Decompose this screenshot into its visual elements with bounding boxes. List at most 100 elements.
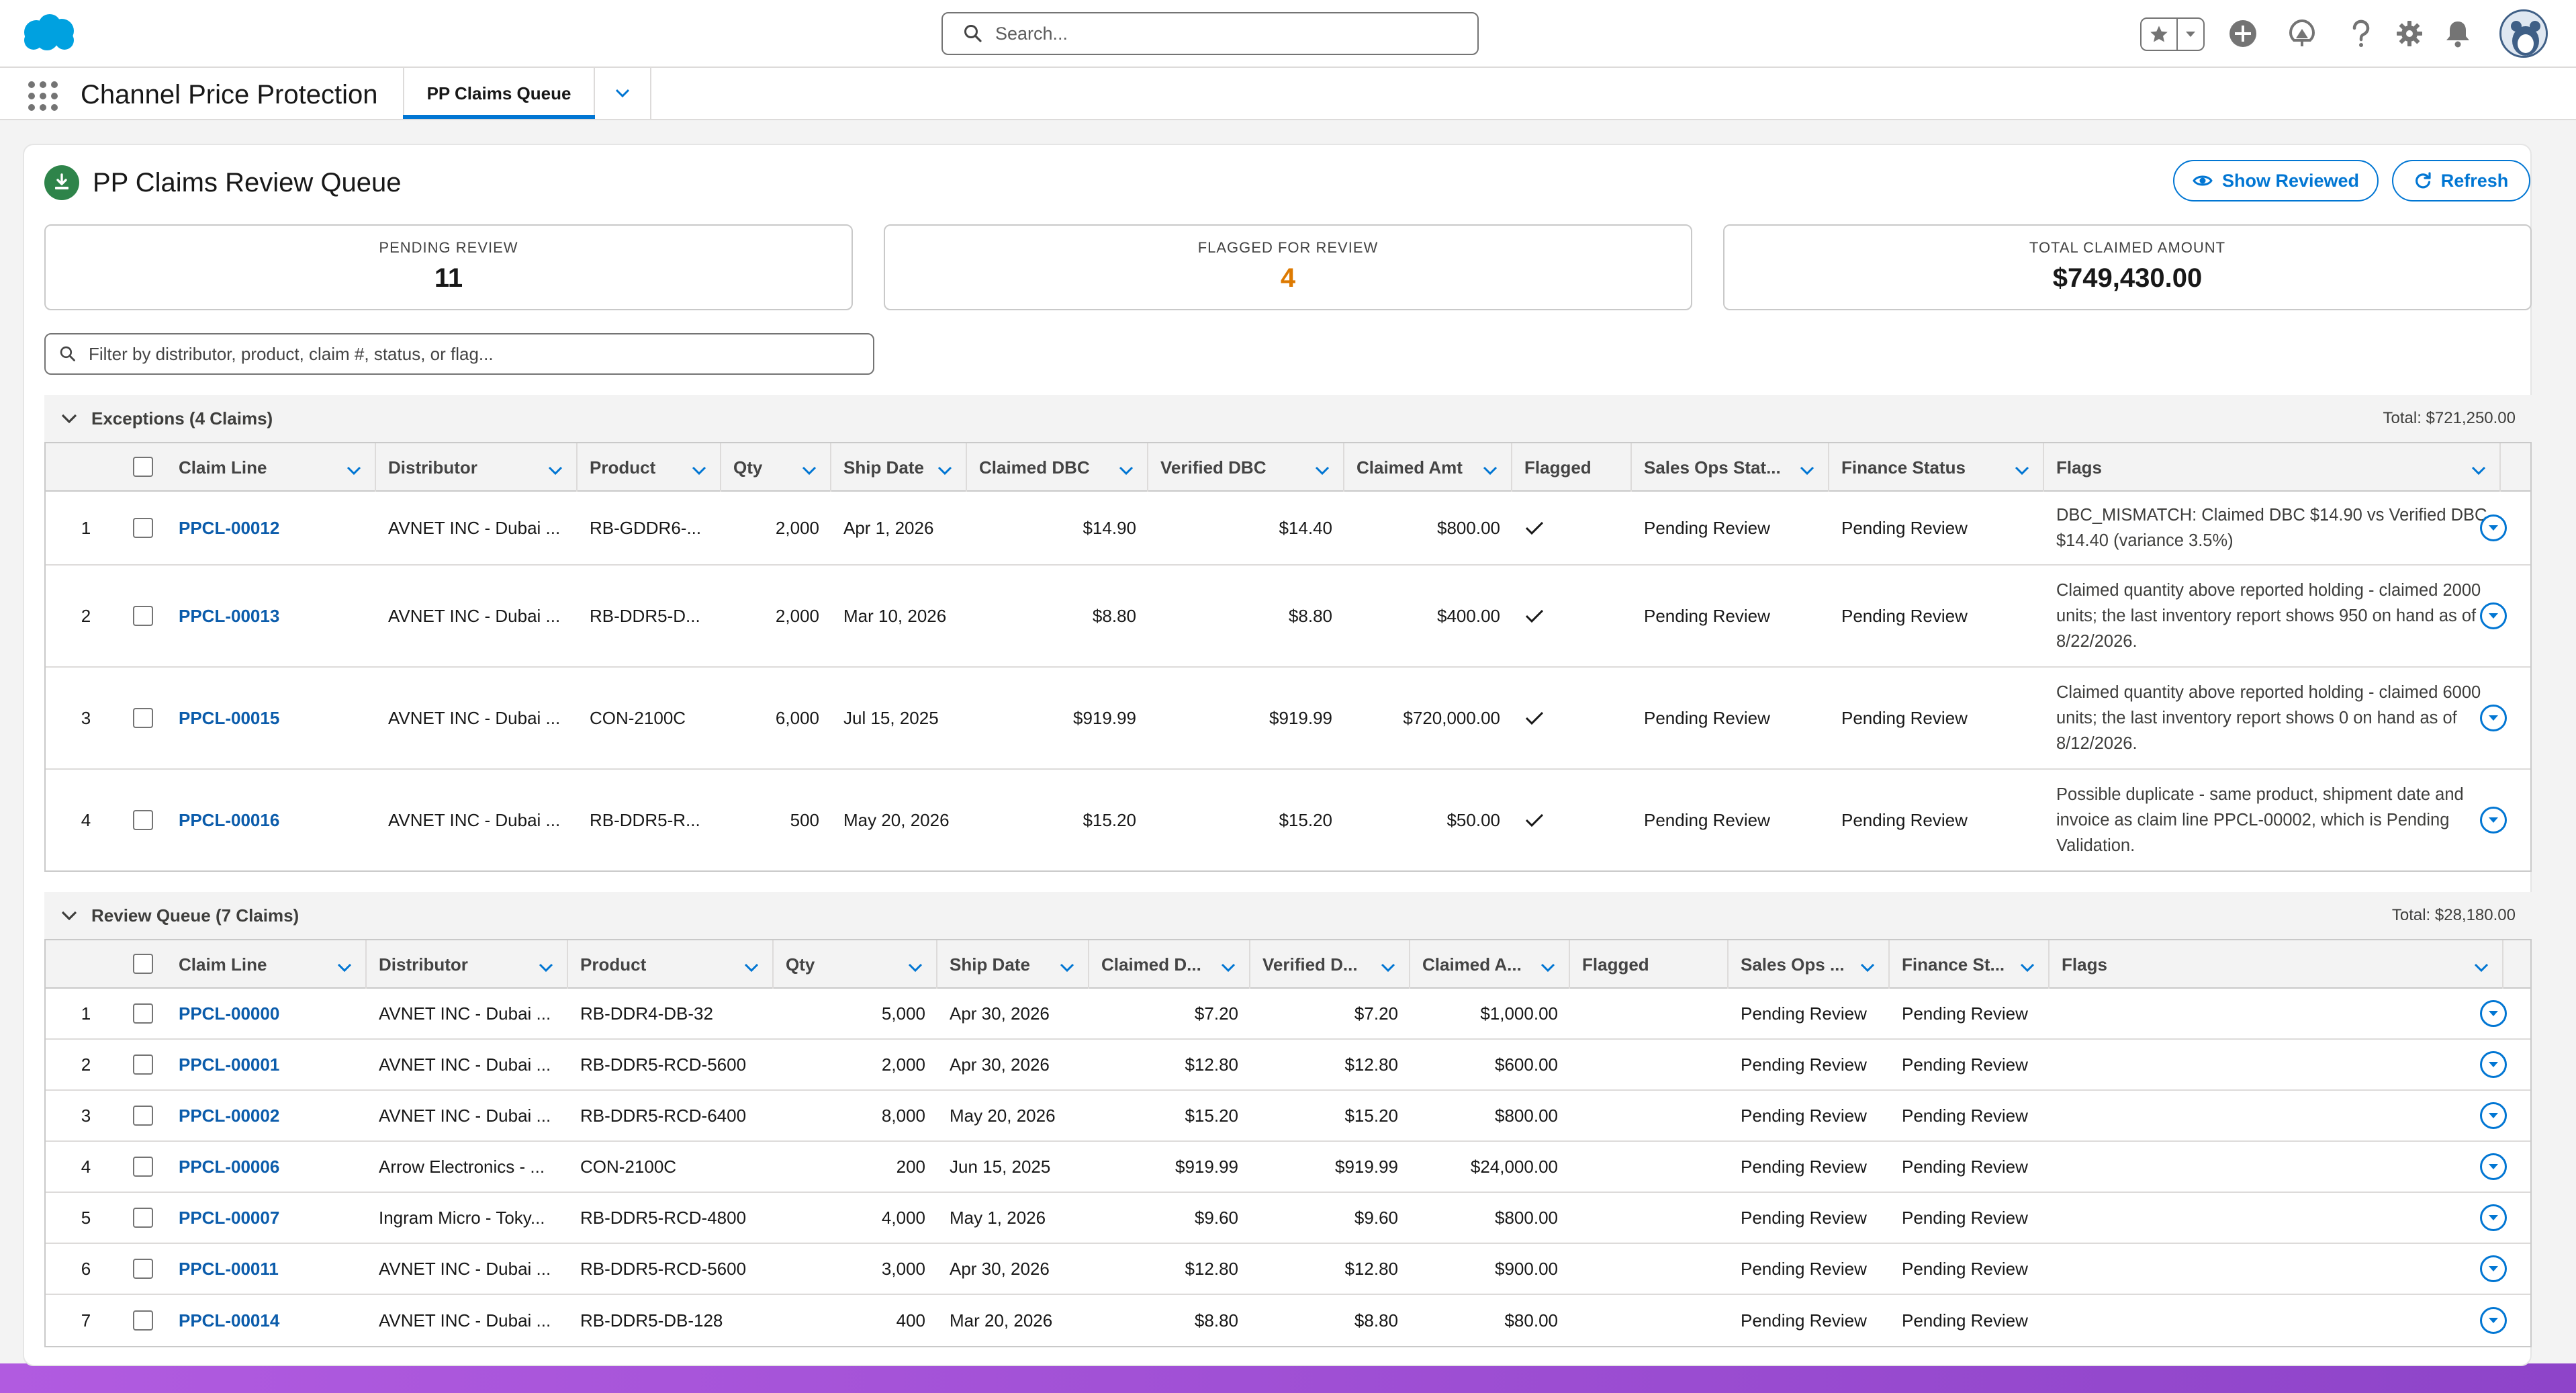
column-header-claimed-amt[interactable]: Claimed Amt	[1344, 443, 1512, 492]
column-header-distributor[interactable]: Distributor	[376, 443, 578, 492]
table-row[interactable]: 1 PPCL-00000 AVNET INC - Dubai ... RB-DDR4-…	[46, 989, 2530, 1040]
column-header-verified-dbc[interactable]: Verified D...	[1250, 940, 1410, 989]
cell-claim-line[interactable]: PPCL-00014	[167, 1295, 367, 1346]
column-header-qty[interactable]: Qty	[721, 443, 831, 492]
column-header-flags[interactable]: Flags	[2044, 443, 2501, 492]
column-menu-button[interactable]	[2474, 956, 2489, 977]
row-actions-button[interactable]	[2480, 807, 2507, 834]
row-select-checkbox[interactable]	[133, 1157, 153, 1177]
column-header-flagged[interactable]: Flagged	[1512, 443, 1632, 492]
column-header-ship-date[interactable]: Ship Date	[831, 443, 967, 492]
row-actions-button[interactable]	[2480, 514, 2507, 541]
tab-pp-claims-queue[interactable]: PP Claims Queue	[403, 68, 595, 119]
favorites-star-button[interactable]	[2142, 19, 2178, 50]
row-select-checkbox[interactable]	[133, 1259, 153, 1279]
table-row[interactable]: 1 PPCL-00012 AVNET INC - Dubai ... RB-GDDR6…	[46, 492, 2530, 566]
column-header-distributor[interactable]: Distributor	[367, 940, 568, 989]
table-row[interactable]: 5 PPCL-00007 Ingram Micro - Toky... RB-DDR5…	[46, 1193, 2530, 1244]
row-actions-button[interactable]	[2480, 1000, 2507, 1027]
exceptions-section-header[interactable]: Exceptions (4 Claims) Total: $721,250.00	[44, 395, 2532, 442]
cell-claim-line[interactable]: PPCL-00002	[167, 1091, 367, 1140]
row-actions-button[interactable]	[2480, 1255, 2507, 1282]
row-select-checkbox[interactable]	[133, 708, 153, 728]
column-header-finance-status[interactable]: Finance St...	[1890, 940, 2050, 989]
column-header-finance-status[interactable]: Finance Status	[1829, 443, 2044, 492]
column-menu-button[interactable]	[1315, 459, 1330, 480]
column-header-flagged[interactable]: Flagged	[1570, 940, 1729, 989]
column-header-qty[interactable]: Qty	[774, 940, 937, 989]
cell-claim-line[interactable]: PPCL-00001	[167, 1040, 367, 1089]
cell-claim-line[interactable]: PPCL-00000	[167, 989, 367, 1038]
column-header-product[interactable]: Product	[568, 940, 774, 989]
row-actions-button[interactable]	[2480, 1102, 2507, 1129]
row-select-checkbox[interactable]	[133, 1106, 153, 1126]
row-select-checkbox[interactable]	[133, 518, 153, 538]
setup-button[interactable]	[2391, 15, 2428, 52]
row-select-checkbox[interactable]	[133, 810, 153, 830]
table-row[interactable]: 4 PPCL-00006 Arrow Electronics - ... CON-21…	[46, 1142, 2530, 1193]
column-header-ship-date[interactable]: Ship Date	[937, 940, 1089, 989]
row-actions-button[interactable]	[2480, 705, 2507, 731]
table-row[interactable]: 3 PPCL-00015 AVNET INC - Dubai ... CON-2100…	[46, 668, 2530, 770]
trailhead-guidance-button[interactable]	[2283, 15, 2321, 52]
notifications-button[interactable]	[2439, 15, 2477, 52]
row-select-checkbox[interactable]	[133, 1003, 153, 1024]
table-row[interactable]: 7 PPCL-00014 AVNET INC - Dubai ... RB-DDR5-…	[46, 1295, 2530, 1346]
column-menu-button[interactable]	[1221, 956, 1236, 977]
column-menu-button[interactable]	[908, 956, 923, 977]
column-header-sales-ops-status[interactable]: Sales Ops Stat...	[1632, 443, 1829, 492]
column-menu-button[interactable]	[1060, 956, 1074, 977]
column-menu-button[interactable]	[2471, 459, 2486, 480]
column-header-sales-ops-status[interactable]: Sales Ops ...	[1729, 940, 1890, 989]
cell-claim-line[interactable]: PPCL-00011	[167, 1244, 367, 1294]
column-menu-button[interactable]	[802, 459, 817, 480]
row-select-checkbox[interactable]	[133, 606, 153, 626]
select-all-checkbox[interactable]	[133, 457, 153, 477]
cell-claim-line[interactable]: PPCL-00007	[167, 1193, 367, 1243]
column-header-claimed-dbc[interactable]: Claimed D...	[1089, 940, 1250, 989]
column-menu-button[interactable]	[1381, 956, 1395, 977]
app-launcher-icon[interactable]	[28, 81, 58, 111]
row-actions-button[interactable]	[2480, 1307, 2507, 1334]
column-menu-button[interactable]	[1860, 956, 1875, 977]
column-header-product[interactable]: Product	[578, 443, 721, 492]
user-avatar[interactable]	[2499, 9, 2548, 58]
global-actions-button[interactable]	[2224, 15, 2262, 52]
row-actions-button[interactable]	[2480, 1153, 2507, 1180]
column-header-flags[interactable]: Flags	[2050, 940, 2503, 989]
table-row[interactable]: 3 PPCL-00002 AVNET INC - Dubai ... RB-DDR5-…	[46, 1091, 2530, 1142]
cell-claim-line[interactable]: PPCL-00012	[167, 492, 376, 564]
row-actions-button[interactable]	[2480, 1051, 2507, 1078]
column-menu-button[interactable]	[347, 459, 361, 480]
column-header-verified-dbc[interactable]: Verified DBC	[1148, 443, 1344, 492]
table-row[interactable]: 2 PPCL-00001 AVNET INC - Dubai ... RB-DDR5-…	[46, 1040, 2530, 1091]
column-header-claimed-amt[interactable]: Claimed A...	[1410, 940, 1570, 989]
review-queue-section-header[interactable]: Review Queue (7 Claims) Total: $28,180.0…	[44, 892, 2532, 939]
column-menu-button[interactable]	[1483, 459, 1498, 480]
row-select-checkbox[interactable]	[133, 1054, 153, 1075]
column-menu-button[interactable]	[937, 459, 952, 480]
column-menu-button[interactable]	[2015, 459, 2029, 480]
column-menu-button[interactable]	[2020, 956, 2035, 977]
table-row[interactable]: 2 PPCL-00013 AVNET INC - Dubai ... RB-DDR5-…	[46, 566, 2530, 668]
table-row[interactable]: 6 PPCL-00011 AVNET INC - Dubai ... RB-DDR5-…	[46, 1244, 2530, 1295]
tab-menu-button[interactable]	[595, 68, 651, 119]
column-header-claim-line[interactable]: Claim Line	[167, 443, 376, 492]
cell-claim-line[interactable]: PPCL-00006	[167, 1142, 367, 1192]
claims-filter-input[interactable]: Filter by distributor, product, claim #,…	[44, 333, 874, 375]
refresh-button[interactable]: Refresh	[2392, 160, 2530, 201]
favorites-menu-button[interactable]	[2178, 19, 2203, 50]
table-row[interactable]: 4 PPCL-00016 AVNET INC - Dubai ... RB-DDR5-…	[46, 770, 2530, 870]
help-button[interactable]	[2342, 15, 2380, 52]
global-search-input[interactable]: Search...	[941, 12, 1479, 55]
column-menu-button[interactable]	[337, 956, 352, 977]
column-menu-button[interactable]	[692, 459, 706, 480]
column-menu-button[interactable]	[539, 956, 553, 977]
select-all-checkbox[interactable]	[133, 954, 153, 974]
cell-claim-line[interactable]: PPCL-00013	[167, 566, 376, 666]
row-select-checkbox[interactable]	[133, 1208, 153, 1228]
column-header-claim-line[interactable]: Claim Line	[167, 940, 367, 989]
row-actions-button[interactable]	[2480, 1204, 2507, 1231]
show-reviewed-button[interactable]: Show Reviewed	[2173, 160, 2379, 201]
cell-claim-line[interactable]: PPCL-00016	[167, 770, 376, 870]
